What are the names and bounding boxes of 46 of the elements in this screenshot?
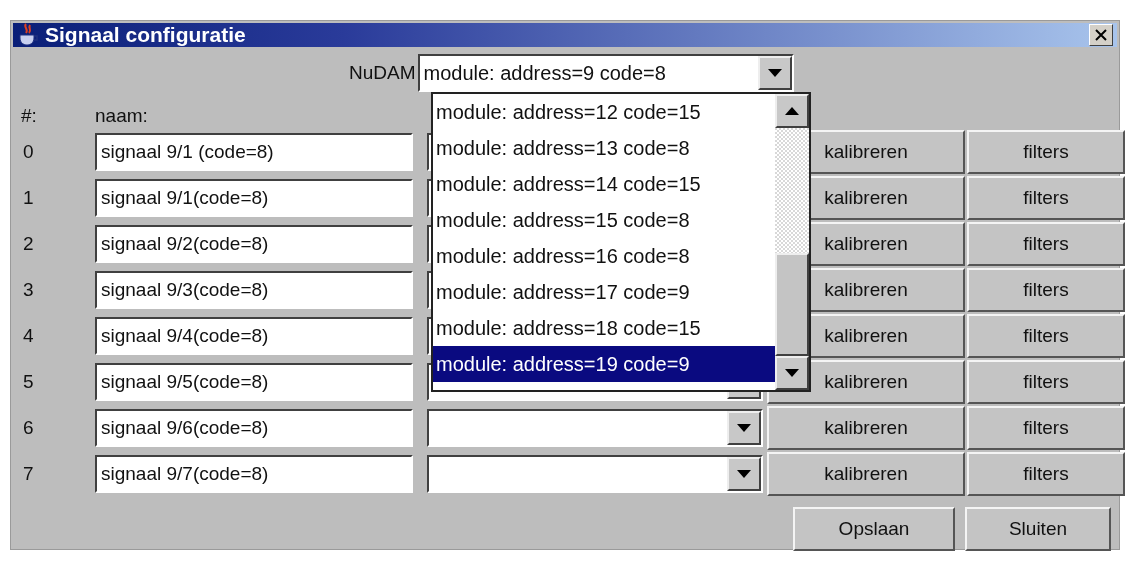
filters-button[interactable]: filters	[967, 452, 1125, 496]
down-arrow-icon	[737, 470, 751, 478]
row-number: 7	[22, 463, 35, 485]
name-field[interactable]: signaal 9/1(code=8)	[95, 179, 413, 217]
row-number: 0	[22, 141, 35, 163]
row-number: 6	[22, 417, 35, 439]
name-field[interactable]: signaal 9/5(code=8)	[95, 363, 413, 401]
filters-button[interactable]: filters	[967, 176, 1125, 220]
signal-dropdown[interactable]	[427, 409, 763, 447]
row-number: 5	[22, 371, 35, 393]
signal-dropdown[interactable]	[427, 455, 763, 493]
down-arrow-icon	[785, 369, 799, 377]
row-number: 4	[22, 325, 35, 347]
name-field[interactable]: signaal 9/7(code=8)	[95, 455, 413, 493]
close-button[interactable]	[1089, 24, 1113, 46]
calibrate-button[interactable]: kalibreren	[767, 452, 965, 496]
row-number: 2	[22, 233, 35, 255]
filters-button[interactable]: filters	[967, 360, 1125, 404]
scrollbar[interactable]	[775, 94, 809, 390]
filters-button[interactable]: filters	[967, 406, 1125, 450]
save-button[interactable]: Opslaan	[793, 507, 955, 551]
close-dialog-button[interactable]: Sluiten	[965, 507, 1111, 551]
filters-button[interactable]: filters	[967, 130, 1125, 174]
up-arrow-icon	[785, 107, 799, 115]
down-arrow-icon	[767, 69, 782, 77]
scroll-thumb[interactable]	[775, 253, 809, 356]
filters-button[interactable]: filters	[967, 222, 1125, 266]
name-header: naam:	[95, 105, 149, 128]
index-header: #:	[21, 105, 38, 128]
name-field[interactable]: signaal 9/6(code=8)	[95, 409, 413, 447]
name-field[interactable]: signaal 9/4(code=8)	[95, 317, 413, 355]
down-arrow-icon	[737, 424, 751, 432]
name-field[interactable]: signaal 9/1 (code=8)	[95, 133, 413, 171]
calibrate-button[interactable]: kalibreren	[767, 406, 965, 450]
filters-button[interactable]: filters	[967, 268, 1125, 312]
coffee-cup-icon	[17, 23, 39, 47]
name-field[interactable]: signaal 9/3(code=8)	[95, 271, 413, 309]
name-field[interactable]: signaal 9/2(code=8)	[95, 225, 413, 263]
module-label: NuDAM	[349, 62, 416, 84]
window-title: Signaal configuratie	[45, 23, 247, 47]
module-dropdown[interactable]: module: address=9 code=8	[417, 54, 794, 92]
row-number: 3	[22, 279, 35, 301]
module-option[interactable]: module: address=19 code=9	[433, 346, 775, 382]
close-icon	[1095, 29, 1107, 41]
row-number: 1	[22, 187, 35, 209]
filters-button[interactable]: filters	[967, 314, 1125, 358]
